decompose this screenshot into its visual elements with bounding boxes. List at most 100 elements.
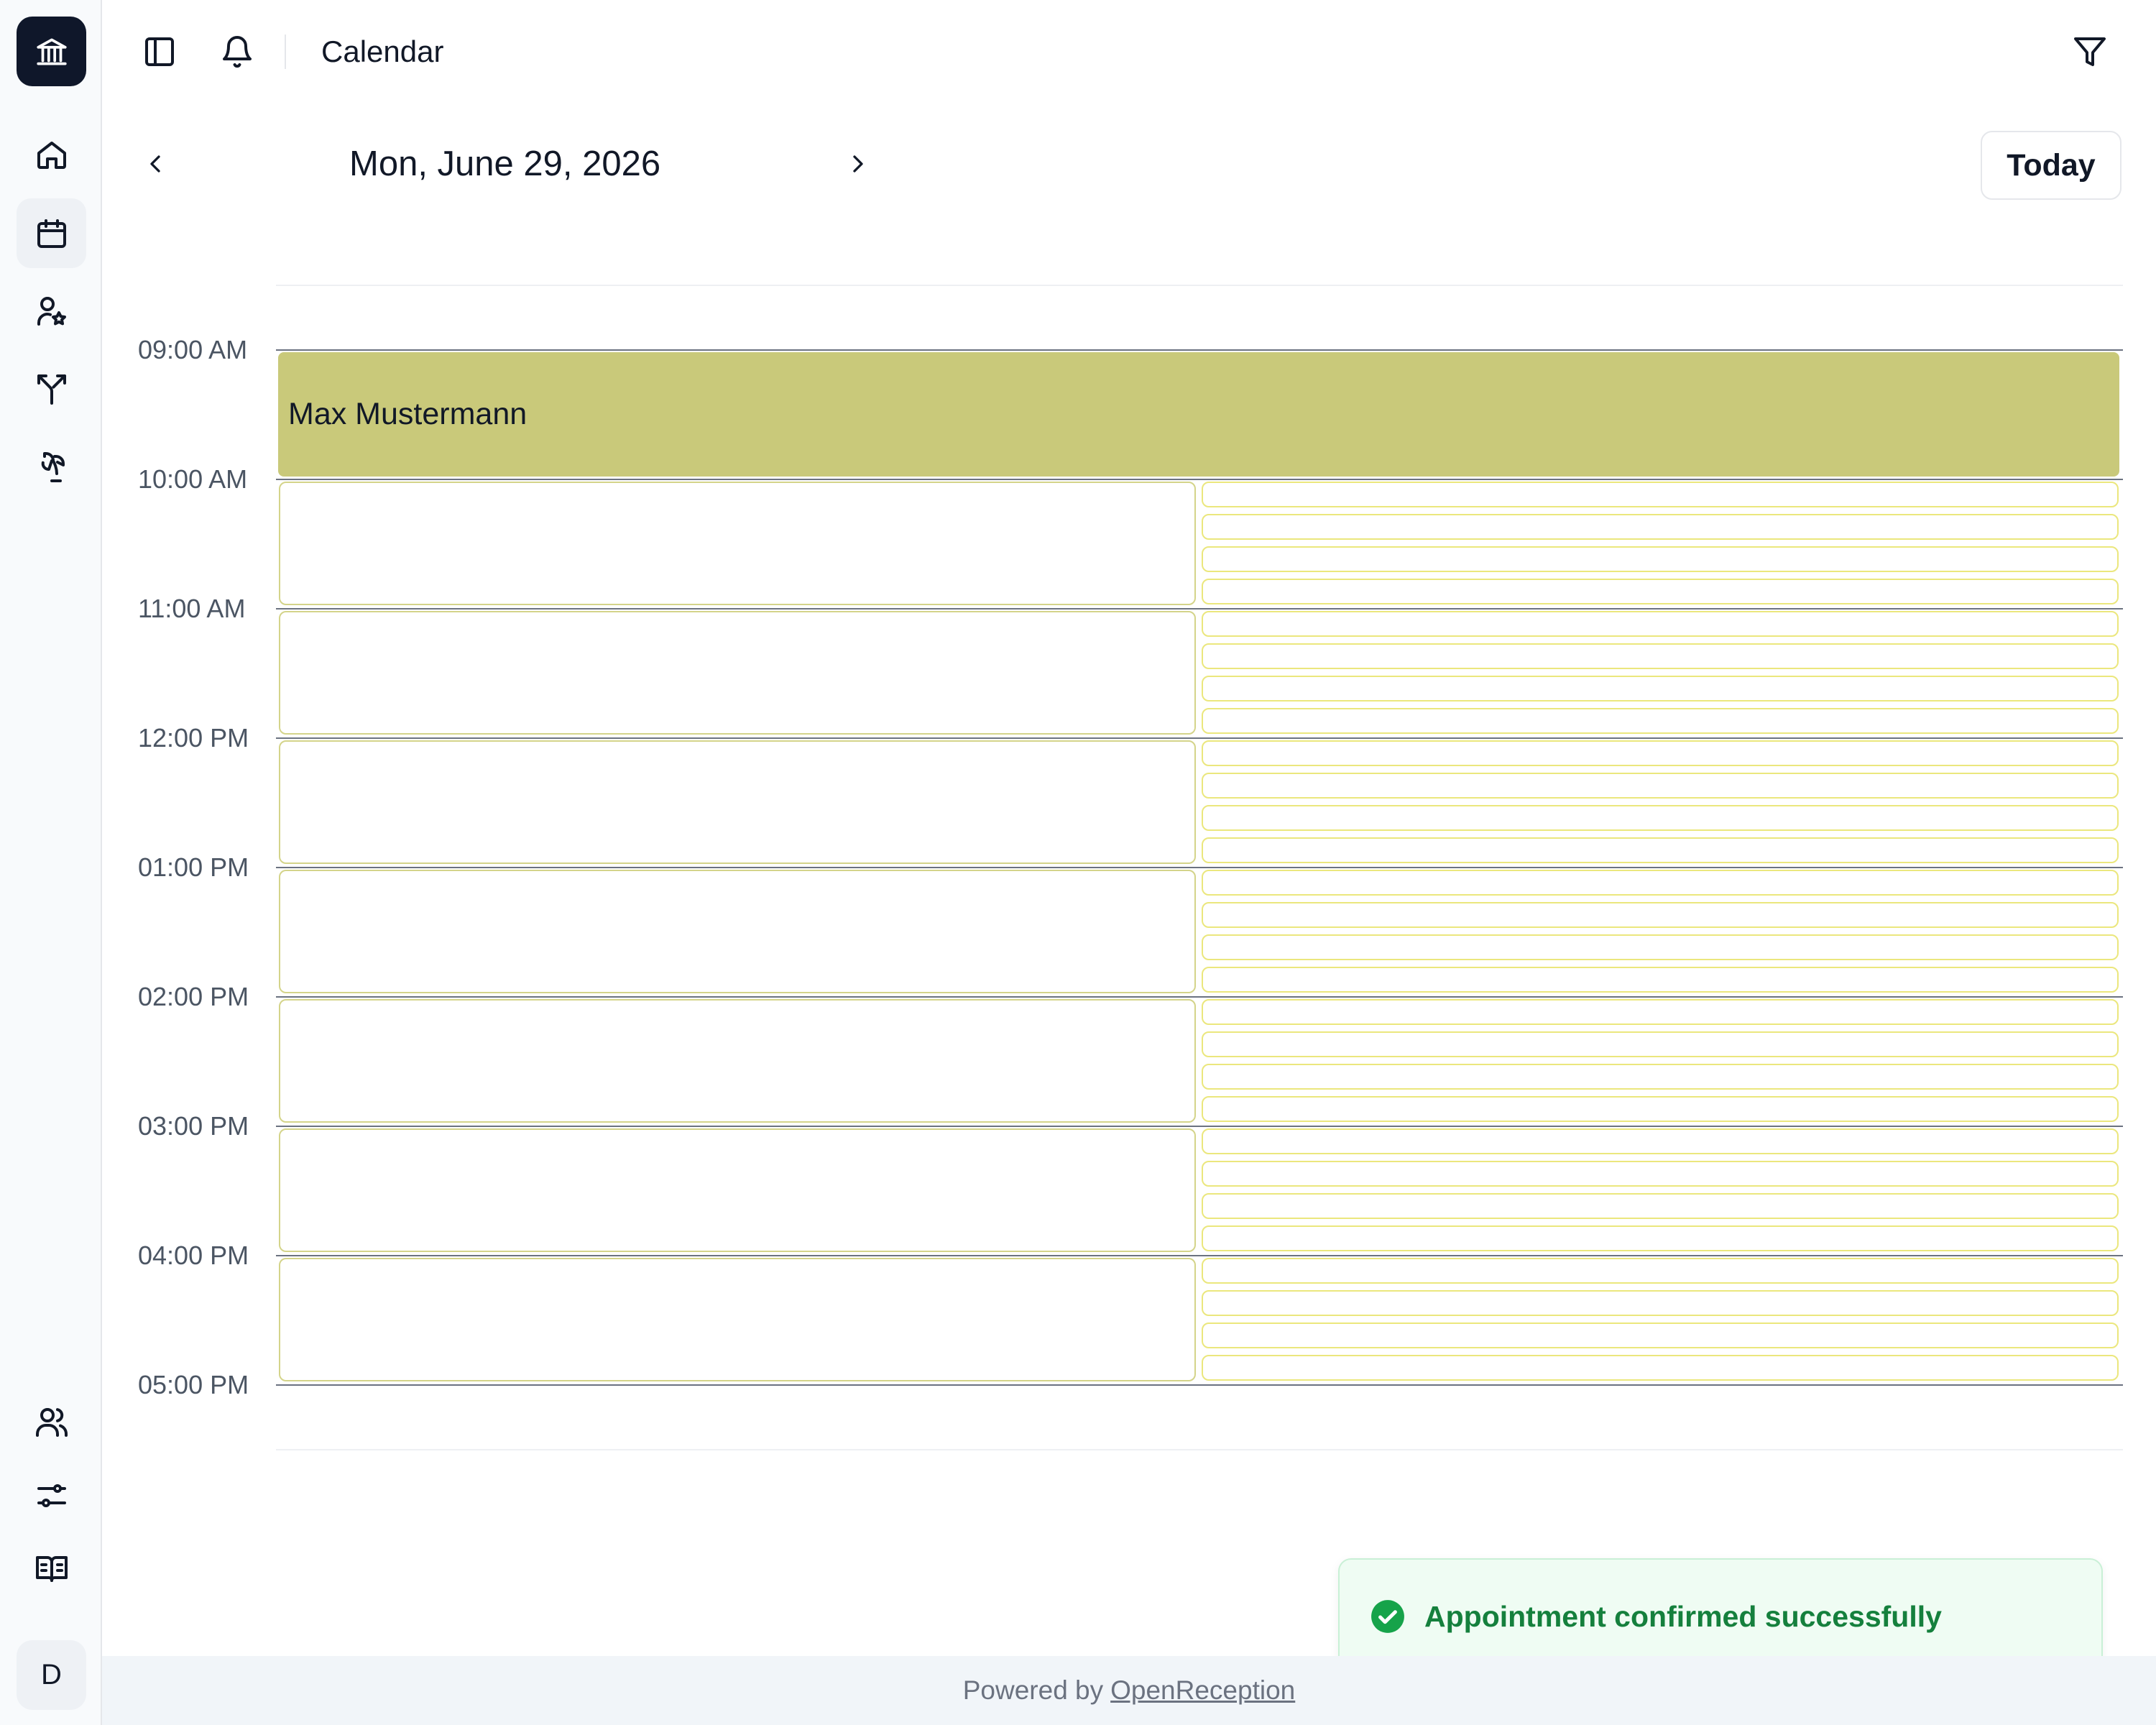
nav-home[interactable] [17, 119, 86, 189]
hour-grid-line [276, 349, 2123, 351]
free-slot-quarter[interactable] [1202, 1031, 2119, 1057]
free-slot-hour[interactable] [279, 999, 1196, 1123]
time-label: 12:00 PM [138, 723, 249, 753]
hour-grid-line [276, 1126, 2123, 1127]
time-label: 01:00 PM [138, 852, 249, 882]
free-slot-quarter[interactable] [1202, 708, 2119, 734]
free-slot-quarter[interactable] [1202, 805, 2119, 831]
free-slot-hour[interactable] [279, 740, 1196, 864]
filter-button[interactable] [2061, 23, 2119, 80]
free-slot-quarter[interactable] [1202, 1225, 2119, 1251]
free-slot-quarter[interactable] [1202, 999, 2119, 1025]
user-star-icon [37, 296, 66, 326]
hour-grid-line [276, 737, 2123, 739]
chevron-left-icon [150, 155, 160, 172]
free-slot-quarter[interactable] [1202, 1096, 2119, 1122]
free-slot-quarter[interactable] [1202, 1322, 2119, 1348]
day-calendar: 09:00 AM 10:00 AM 11:00 AM 12:00 PM 01:00 PM… [0, 0, 2156, 1725]
free-slot-quarter[interactable] [1202, 1128, 2119, 1154]
header-divider [285, 34, 286, 69]
free-slot-hour[interactable] [279, 611, 1196, 735]
avatar-initial: D [41, 1659, 62, 1690]
free-slot-quarter[interactable] [1202, 579, 2119, 604]
free-slot-quarter[interactable] [1202, 643, 2119, 669]
time-label: 11:00 AM [138, 594, 246, 623]
time-label: 05:00 PM [138, 1370, 249, 1399]
chevron-right-icon [853, 155, 863, 172]
free-slot-quarter[interactable] [1202, 1064, 2119, 1090]
free-slot-quarter[interactable] [1202, 514, 2119, 540]
free-slot-quarter[interactable] [1202, 1161, 2119, 1187]
hour-grid-line [276, 996, 2123, 998]
filter-icon [2074, 37, 2106, 66]
free-slot-hour[interactable] [279, 870, 1196, 993]
free-slot-hour[interactable] [279, 1258, 1196, 1381]
today-button[interactable]: Today [1981, 131, 2122, 200]
free-slot-quarter[interactable] [1202, 967, 2119, 993]
hour-grid-line [276, 479, 2123, 480]
success-toast: Appointment confirmed successfully [1338, 1558, 2103, 1672]
free-slot-quarter[interactable] [1202, 1193, 2119, 1219]
hour-grid-line [276, 867, 2123, 868]
user-avatar[interactable]: D [17, 1640, 86, 1710]
previous-day-button[interactable] [126, 135, 184, 193]
bank-icon [36, 37, 67, 65]
hour-grid-line [276, 1384, 2123, 1386]
time-label: 10:00 AM [138, 464, 248, 494]
toast-message: Appointment confirmed successfully [1424, 1600, 1942, 1633]
nav-docs[interactable] [17, 1534, 86, 1604]
bell-icon [223, 36, 252, 68]
top-bar: Calendar [102, 0, 2156, 105]
free-slot-quarter[interactable] [1202, 870, 2119, 896]
free-slot-quarter[interactable] [1202, 773, 2119, 799]
users-icon [35, 1407, 68, 1437]
calendar-icon [37, 218, 66, 248]
free-slot-hour[interactable] [279, 482, 1196, 605]
free-slot-quarter[interactable] [1202, 611, 2119, 637]
page-title: Calendar [321, 34, 444, 68]
footer-prefix: Powered by [962, 1675, 1104, 1705]
free-slot-quarter[interactable] [1202, 902, 2119, 928]
book-open-icon [35, 1555, 68, 1582]
appointment-event[interactable]: Max Mustermann [278, 352, 2119, 477]
free-slot-quarter[interactable] [1202, 1290, 2119, 1316]
check-circle-icon [1371, 1600, 1404, 1633]
hour-grid-line [276, 608, 2123, 610]
logo[interactable] [17, 17, 86, 86]
grid-line-top [276, 285, 2123, 286]
footer: Powered by OpenReception [102, 1656, 2156, 1725]
home-icon [37, 141, 66, 169]
next-day-button[interactable] [829, 135, 887, 193]
grid-line-bottom [276, 1449, 2123, 1450]
nav-settings[interactable] [17, 1460, 86, 1530]
sidebar-panel-icon [145, 37, 174, 66]
time-label: 09:00 AM [138, 335, 248, 364]
free-slot-quarter[interactable] [1202, 740, 2119, 766]
split-arrow-icon [37, 374, 66, 405]
nav-routing[interactable] [17, 354, 86, 423]
nav-calendar[interactable] [17, 198, 86, 268]
free-slot-quarter[interactable] [1202, 1258, 2119, 1284]
free-slot-quarter[interactable] [1202, 676, 2119, 702]
free-slot-quarter[interactable] [1202, 1355, 2119, 1381]
nav-clients[interactable] [17, 276, 86, 346]
sidebar: D [0, 0, 102, 1725]
free-slot-quarter[interactable] [1202, 934, 2119, 960]
nav-team[interactable] [17, 1387, 86, 1457]
free-slot-quarter[interactable] [1202, 546, 2119, 572]
time-label: 03:00 PM [138, 1111, 249, 1141]
free-slot-quarter[interactable] [1202, 482, 2119, 507]
free-slot-hour[interactable] [279, 1128, 1196, 1252]
time-label: 04:00 PM [138, 1241, 249, 1270]
nav-vacation[interactable] [17, 431, 86, 501]
sliders-icon [37, 1484, 66, 1507]
time-label: 02:00 PM [138, 982, 249, 1011]
free-slot-quarter[interactable] [1202, 837, 2119, 863]
appointment-client-name: Max Mustermann [288, 397, 528, 431]
palm-tree-icon [41, 451, 65, 482]
hour-grid-line [276, 1255, 2123, 1256]
openreception-link[interactable]: OpenReception [1110, 1675, 1295, 1706]
toggle-sidebar-button[interactable] [131, 23, 188, 80]
notifications-button[interactable] [208, 23, 266, 80]
date-navigation: Mon, June 29, 2026 Today [102, 122, 2156, 208]
